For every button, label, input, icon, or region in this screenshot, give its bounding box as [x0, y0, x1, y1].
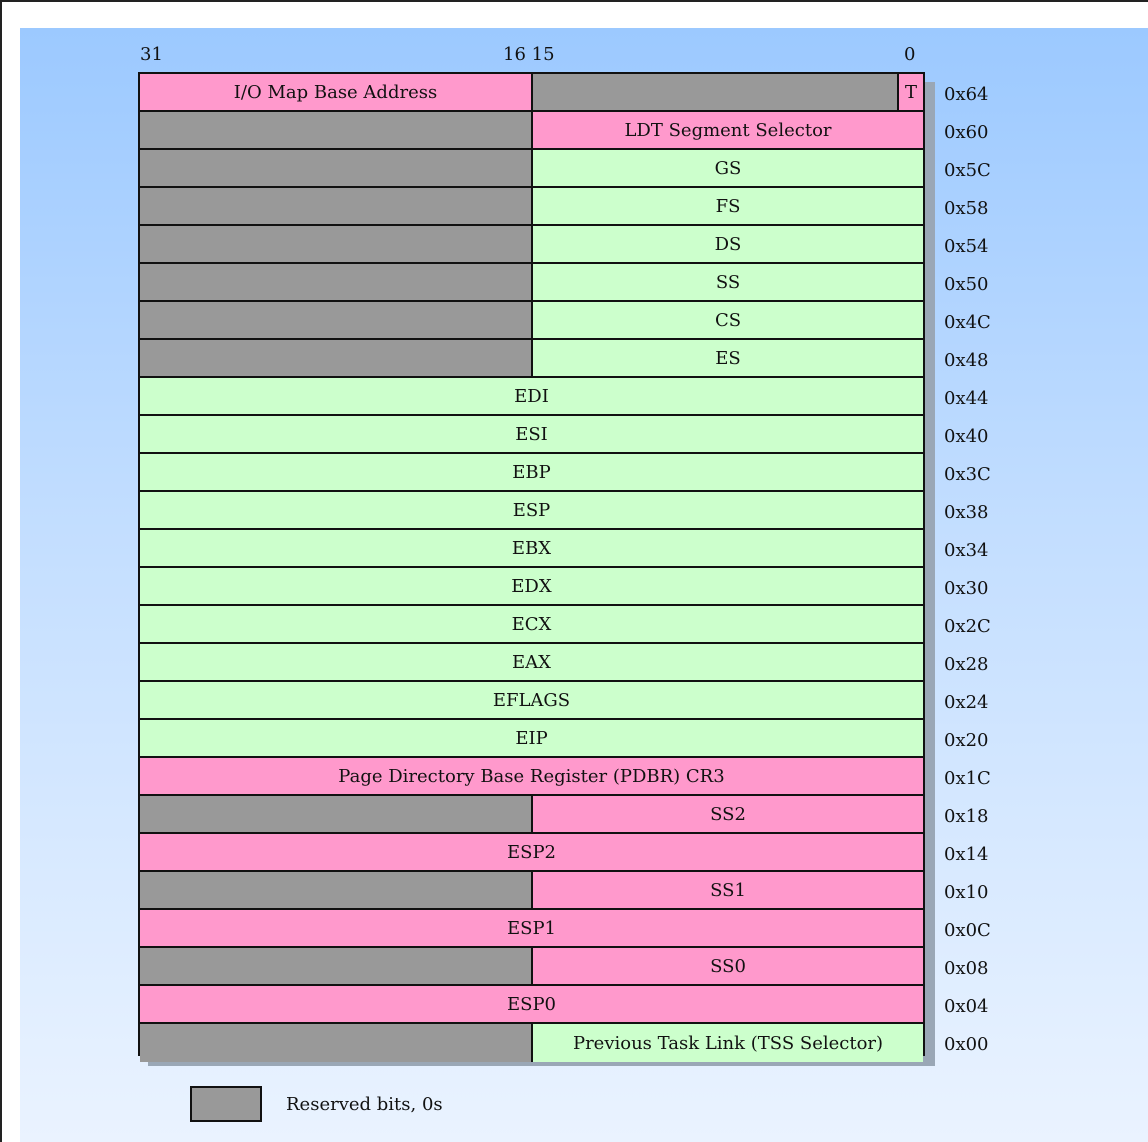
field-full: ESI [140, 416, 923, 452]
tss-layout-table: I/O Map Base Address T LDT Segment Selecto… [138, 72, 925, 1062]
field-low: GS [533, 150, 923, 186]
tss-row: EDI [140, 378, 923, 416]
field-full: EIP [140, 720, 923, 756]
field-low: ES [533, 340, 923, 376]
tss-row: LDT Segment Selector [140, 112, 923, 150]
tss-row: GS [140, 150, 923, 188]
reserved-high-bits [140, 796, 533, 832]
row-offset: 0x30 [944, 578, 989, 599]
row-offset: 0x28 [944, 654, 989, 675]
field-full: ESP2 [140, 834, 923, 870]
field-low: DS [533, 226, 923, 262]
bit-label-16-15: 16 15 [503, 44, 555, 65]
row-offset: 0x58 [944, 198, 989, 219]
row-offset: 0x5C [944, 160, 991, 181]
row-offset: 0x20 [944, 730, 989, 751]
tss-row: EBX [140, 530, 923, 568]
reserved-high-bits [140, 188, 533, 224]
field-low: SS [533, 264, 923, 300]
reserved-high-bits [140, 340, 533, 376]
tss-row: CS [140, 302, 923, 340]
field-low: FS [533, 188, 923, 224]
row-offset: 0x54 [944, 236, 989, 257]
row-offset: 0x64 [944, 84, 989, 105]
row-offset: 0x2C [944, 616, 991, 637]
tss-row: ECX [140, 606, 923, 644]
tss-row: EIP [140, 720, 923, 758]
field-full: ESP0 [140, 986, 923, 1022]
field-full: EAX [140, 644, 923, 680]
row-offset: 0x00 [944, 1034, 989, 1055]
row-offset: 0x4C [944, 312, 991, 333]
tss-row: ESP [140, 492, 923, 530]
row-offset: 0x48 [944, 350, 989, 371]
tss-row: SS2 [140, 796, 923, 834]
bit-label-31: 31 [140, 44, 163, 65]
reserved-high-bits [140, 112, 533, 148]
reserved-low-bits [533, 74, 897, 110]
tss-row: ESI [140, 416, 923, 454]
field-low: Previous Task Link (TSS Selector) [533, 1024, 923, 1062]
reserved-high-bits [140, 948, 533, 984]
row-offset: 0x34 [944, 540, 989, 561]
field-full: EFLAGS [140, 682, 923, 718]
tss-row: EAX [140, 644, 923, 682]
tss-row: SS1 [140, 872, 923, 910]
field-full: ECX [140, 606, 923, 642]
tss-row: EDX [140, 568, 923, 606]
row-offset: 0x14 [944, 844, 989, 865]
bit-label-0: 0 [904, 44, 916, 65]
field-high: I/O Map Base Address [140, 74, 533, 110]
row-offset: 0x04 [944, 996, 989, 1017]
trap-bit: T [897, 74, 923, 110]
row-offset: 0x24 [944, 692, 989, 713]
reserved-high-bits [140, 872, 533, 908]
row-offset: 0x18 [944, 806, 989, 827]
field-low: SS0 [533, 948, 923, 984]
tss-row: Previous Task Link (TSS Selector) [140, 1024, 923, 1062]
field-full: Page Directory Base Register (PDBR) CR3 [140, 758, 923, 794]
legend-reserved-swatch [190, 1086, 262, 1122]
field-low: SS1 [533, 872, 923, 908]
tss-row: FS [140, 188, 923, 226]
tss-row: ESP2 [140, 834, 923, 872]
field-full: EBX [140, 530, 923, 566]
row-offset: 0x50 [944, 274, 989, 295]
row-offset: 0x40 [944, 426, 989, 447]
reserved-high-bits [140, 264, 533, 300]
row-offset: 0x3C [944, 464, 991, 485]
row-offset: 0x10 [944, 882, 989, 903]
row-offset: 0x1C [944, 768, 991, 789]
field-full: EDI [140, 378, 923, 414]
row-offset: 0x38 [944, 502, 989, 523]
tss-row: ESP0 [140, 986, 923, 1024]
field-low: SS2 [533, 796, 923, 832]
field-full: EBP [140, 454, 923, 490]
field-full: ESP1 [140, 910, 923, 946]
tss-row: SS [140, 264, 923, 302]
tss-row: ES [140, 340, 923, 378]
tss-row: DS [140, 226, 923, 264]
tss-row: Page Directory Base Register (PDBR) CR3 [140, 758, 923, 796]
field-low: CS [533, 302, 923, 338]
tss-row: EBP [140, 454, 923, 492]
tss-row: SS0 [140, 948, 923, 986]
tss-row: I/O Map Base Address T [140, 74, 923, 112]
row-offset: 0x60 [944, 122, 989, 143]
legend-reserved-label: Reserved bits, 0s [286, 1094, 443, 1115]
reserved-high-bits [140, 302, 533, 338]
reserved-high-bits [140, 1024, 533, 1062]
field-full: EDX [140, 568, 923, 604]
reserved-high-bits [140, 150, 533, 186]
field-low: LDT Segment Selector [533, 112, 923, 148]
tss-row: ESP1 [140, 910, 923, 948]
row-offset: 0x08 [944, 958, 989, 979]
field-full: ESP [140, 492, 923, 528]
row-offset: 0x0C [944, 920, 991, 941]
reserved-high-bits [140, 226, 533, 262]
row-offset: 0x44 [944, 388, 989, 409]
tss-row: EFLAGS [140, 682, 923, 720]
